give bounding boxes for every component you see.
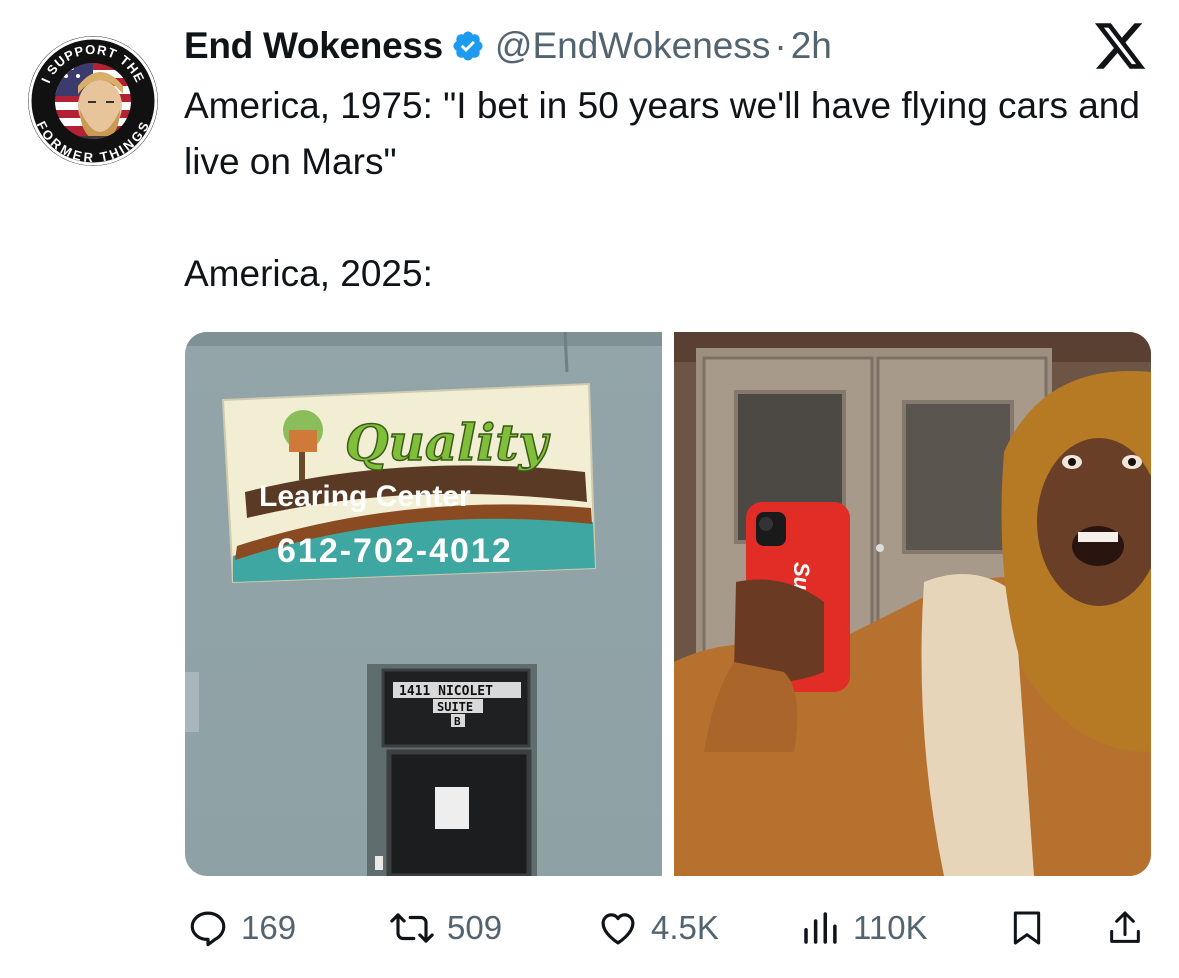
share-icon [1105,907,1145,949]
bookmark-button[interactable] [1007,890,1047,966]
repost-count: 509 [447,909,503,946]
views-icon [799,907,841,949]
tweet-header: End Wokeness @EndWokeness · 2h [184,18,832,74]
action-bar: 169 509 4.5K 110K [185,890,1151,966]
door-sign-line3: B [454,715,461,728]
media-photo-left[interactable]: Quality Learing Center 612-702-4012 1411… [185,332,662,876]
reply-icon [187,907,229,949]
views-count: 110K [853,909,928,946]
like-count: 4.5K [651,909,719,946]
views-button[interactable]: 110K [799,890,928,966]
avatar-image: I SUPPORT THE FORMER THINGS [28,36,158,166]
heart-icon [597,907,639,949]
tweet-media[interactable]: Quality Learing Center 612-702-4012 1411… [185,332,1151,876]
reply-count: 169 [241,909,297,946]
door-sign-line1: 1411 NICOLET [399,684,493,699]
sign-phone: 612-702-4012 [277,532,513,570]
reply-button[interactable]: 169 [187,890,296,966]
door-sign-line2: SUITE [437,700,473,714]
timestamp[interactable]: 2h [791,25,832,67]
repost-button[interactable]: 509 [389,890,502,966]
sign-subtitle: Learing Center [259,480,471,513]
tweet-text: America, 1975: "I bet in 50 years we'll … [184,85,1140,294]
separator-dot: · [774,25,787,66]
sign-title: Quality [345,413,550,472]
handle[interactable]: @EndWokeness [495,25,770,67]
avatar[interactable]: I SUPPORT THE FORMER THINGS [28,36,158,166]
media-photo-right[interactable]: Supr [674,332,1151,876]
repost-icon [389,907,435,949]
verified-badge-icon [451,29,485,63]
display-name[interactable]: End Wokeness [184,25,443,67]
bookmark-icon [1007,907,1047,949]
x-logo-icon [1092,18,1148,74]
like-button[interactable]: 4.5K [597,890,719,966]
share-button[interactable] [1105,890,1145,966]
